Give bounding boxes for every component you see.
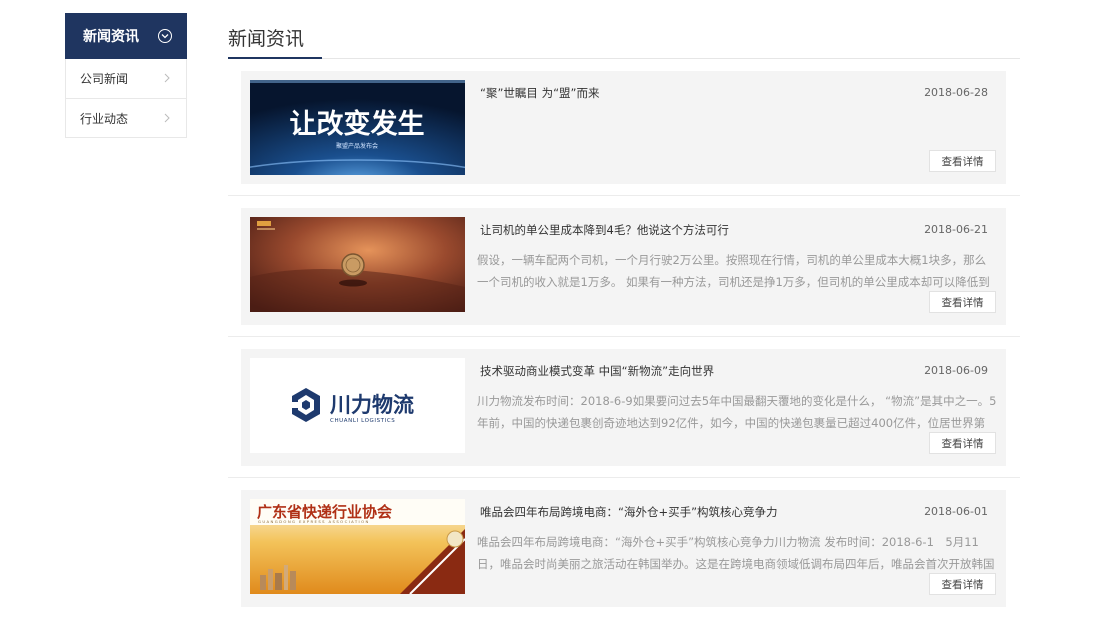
news-thumbnail[interactable]: 让改变发生 聚盟产品发布会 [250, 80, 465, 175]
news-excerpt: 假设，一辆车配两个司机，一个月行驶2万公里。按照现在行情，司机的单公里成本大概1… [477, 253, 990, 289]
news-title[interactable]: “聚”世瞩目 为“盟”而来 [480, 85, 600, 101]
view-details-button[interactable]: 查看详情 [929, 432, 996, 454]
news-card[interactable]: 让改变发生 聚盟产品发布会 “聚”世瞩目 为“盟”而来 2018-06-28 查… [241, 71, 1006, 184]
news-excerpt: 唯品会四年布局跨境电商：“海外仓+买手”构筑核心竞争力川力物流 发布时间：201… [477, 535, 995, 571]
chevron-right-icon [164, 73, 170, 83]
news-card[interactable]: 让司机的单公里成本降到4毛？他说这个方法可行 2018-06-21 假设，一辆车… [241, 208, 1006, 325]
sidebar-item-company-news[interactable]: 公司新闻 [66, 59, 186, 98]
news-date: 2018-06-28 [924, 86, 988, 99]
logo-text: 川力物流 [329, 393, 414, 417]
news-card[interactable]: 川力物流 CHUANLI LOGISTICS 技术驱动商业模式变革 中国“新物流… [241, 349, 1006, 466]
news-card[interactable]: 广东省快递行业协会 GUANGDONG EXPRESS ASSOCIATION … [241, 490, 1006, 607]
collapse-toggle-icon[interactable] [158, 29, 172, 43]
news-date: 2018-06-09 [924, 364, 988, 377]
news-date: 2018-06-01 [924, 505, 988, 518]
logo-subtext: CHUANLI LOGISTICS [330, 418, 395, 424]
news-title[interactable]: 技术驱动商业模式变革 中国“新物流”走向世界 [480, 363, 714, 379]
sidebar-item-label: 公司新闻 [80, 72, 129, 86]
divider [228, 195, 1020, 196]
news-excerpt: 川力物流发布时间：2018-6-9如果要问过去5年中国最翻天覆地的变化是什么， … [477, 394, 997, 430]
sidebar-item-industry-news[interactable]: 行业动态 [66, 98, 186, 137]
view-details-button[interactable]: 查看详情 [929, 291, 996, 313]
view-details-button[interactable]: 查看详情 [929, 150, 996, 172]
main-content: 新闻资讯 让改变发生 聚盟产品发布会 “聚”世瞩目 为“盟”而来 2018-06… [228, 0, 1020, 607]
chevron-right-icon [164, 113, 170, 123]
title-underline [228, 57, 322, 59]
page-title: 新闻资讯 [228, 28, 305, 50]
view-details-button[interactable]: 查看详情 [929, 573, 996, 595]
sidebar-title: 新闻资讯 [83, 29, 139, 45]
news-thumbnail[interactable] [250, 217, 465, 312]
divider [228, 336, 1020, 337]
news-thumbnail[interactable]: 川力物流 CHUANLI LOGISTICS [250, 358, 465, 453]
sidebar: 新闻资讯 公司新闻 行业动态 [65, 13, 187, 138]
news-title[interactable]: 唯品会四年布局跨境电商：“海外仓+买手”构筑核心竞争力 [480, 504, 778, 520]
divider [228, 477, 1020, 478]
thumb-subtitle: GUANGDONG EXPRESS ASSOCIATION [258, 519, 370, 524]
sidebar-header[interactable]: 新闻资讯 [65, 13, 187, 59]
sidebar-list: 公司新闻 行业动态 [65, 59, 187, 138]
page-header: 新闻资讯 [228, 0, 1020, 59]
news-date: 2018-06-21 [924, 223, 988, 236]
news-thumbnail[interactable]: 广东省快递行业协会 GUANGDONG EXPRESS ASSOCIATION [250, 499, 465, 594]
thumb-subtitle: 聚盟产品发布会 [336, 142, 378, 150]
sidebar-item-label: 行业动态 [80, 111, 129, 126]
news-title[interactable]: 让司机的单公里成本降到4毛？他说这个方法可行 [480, 222, 729, 238]
thumb-headline: 让改变发生 [290, 108, 425, 140]
